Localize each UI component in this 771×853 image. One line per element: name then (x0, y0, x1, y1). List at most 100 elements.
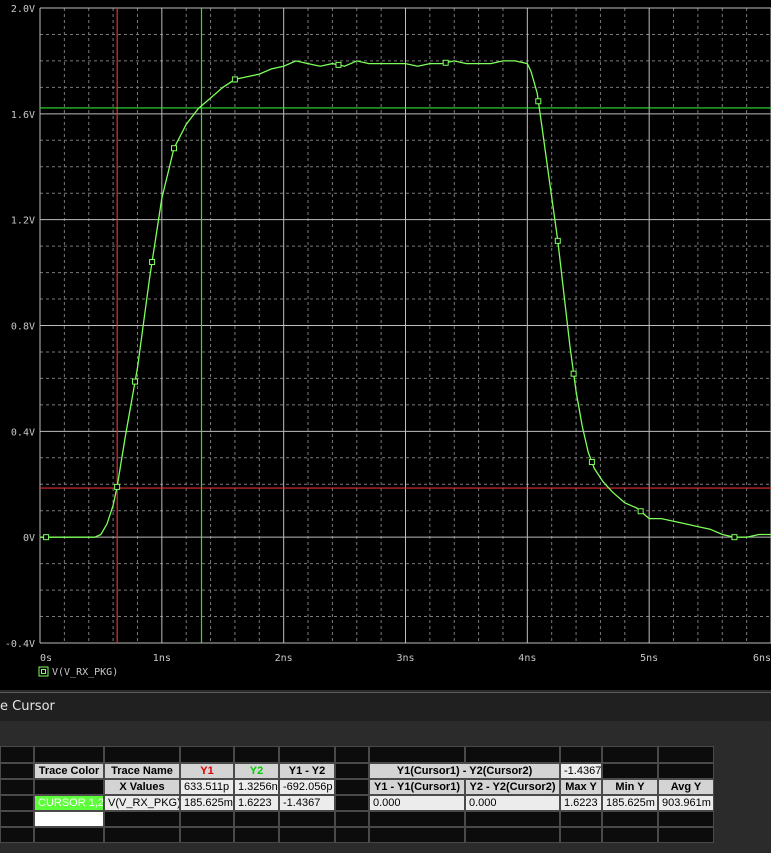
top-strip (34, 746, 104, 763)
header-y1-diff[interactable]: Y1 - Y1(Cursor1) (369, 779, 465, 795)
cursor-panel-title: e Cursor (0, 699, 55, 714)
empty-cell (658, 827, 714, 843)
header-cursor-diff[interactable]: Y1(Cursor1) - Y2(Cursor2) (369, 763, 560, 779)
x-tick-label: 4ns (518, 653, 536, 664)
max-y-cell[interactable]: 1.6223 (560, 795, 602, 811)
min-y-cell[interactable]: 185.625m (602, 795, 658, 811)
trace-marker (570, 370, 577, 377)
y2-cell[interactable]: 1.6223 (234, 795, 279, 811)
y-tick-labels: 2.0V 1.6V 1.2V 0.8V 0.4V 0V -0.4V (5, 4, 35, 650)
trace-marker (335, 61, 342, 68)
legend-label: V(V_RX_PKG) (52, 667, 118, 678)
header2-gap (335, 779, 369, 795)
top-strip (658, 746, 714, 763)
empty-cell (369, 811, 465, 827)
empty-cell (234, 827, 279, 843)
x1-value[interactable]: 633.511p (180, 779, 234, 795)
trace-marker (442, 59, 449, 66)
trace-markers (43, 59, 738, 541)
y-tick-label: 1.2V (11, 216, 35, 227)
trace-marker (554, 237, 561, 244)
y1-minus-y2-cell[interactable]: -1.4367 (279, 795, 335, 811)
empty-cell (602, 827, 658, 843)
y-tick-label: 1.6V (11, 110, 35, 121)
x-tick-label: 1ns (153, 653, 171, 664)
top-strip (279, 746, 335, 763)
waveform-plot[interactable]: 2.0V 1.6V 1.2V 0.8V 0.4V 0V -0.4V 0s 1ns 2ns 3ns 4… (0, 0, 771, 690)
header-trace-color[interactable]: Trace Color (34, 763, 104, 779)
empty-trace-cell[interactable] (34, 811, 104, 827)
y1-diff-cell[interactable]: 0.000 (369, 795, 465, 811)
empty-cell (658, 811, 714, 827)
empty-cell (335, 811, 369, 827)
legend-marker-icon-inner (41, 669, 46, 674)
top-strip (335, 746, 369, 763)
avg-y-cell[interactable]: 903.961m (658, 795, 714, 811)
trace-marker (149, 259, 156, 265)
trace-marker (535, 98, 542, 105)
header-x-values[interactable]: X Values (104, 779, 180, 795)
cursor-color-cell[interactable]: CURSOR 1,2 (34, 795, 104, 811)
y2-diff-cell[interactable]: 0.000 (465, 795, 560, 811)
row-gap (335, 795, 369, 811)
empty-cell (369, 827, 465, 843)
empty-cell (34, 827, 104, 843)
top-strip (560, 746, 602, 763)
empty-cell (335, 827, 369, 843)
cursor-panel-header: e Cursor (0, 692, 771, 722)
empty-cell (104, 811, 180, 827)
empty-cell (465, 811, 560, 827)
y-tick-label: -0.4V (5, 639, 35, 650)
header-max-y[interactable]: Max Y (560, 779, 602, 795)
cursor-diff-value[interactable]: -1.4367 (560, 763, 602, 779)
header-trace-name[interactable]: Trace Name (104, 763, 180, 779)
trace-marker (637, 508, 644, 515)
empty-cell (104, 827, 180, 843)
trace-name-cell[interactable]: V(V_RX_PKG) (104, 795, 180, 811)
row-stub[interactable] (0, 746, 34, 763)
trace-marker (43, 534, 50, 541)
row-stub[interactable] (0, 795, 34, 811)
empty-cell (560, 827, 602, 843)
x-tick-labels: 0s 1ns 2ns 3ns 4ns 5ns 6ns (40, 653, 771, 664)
header-min-y[interactable]: Min Y (602, 779, 658, 795)
header-gap (335, 763, 369, 779)
legend[interactable]: V(V_RX_PKG) (38, 666, 118, 678)
x-tick-label: 2ns (275, 653, 293, 664)
top-strip (234, 746, 279, 763)
header-avg-y[interactable]: Avg Y (658, 779, 714, 795)
empty-cell (560, 811, 602, 827)
row-stub[interactable] (0, 763, 34, 779)
empty-cell (234, 811, 279, 827)
major-grid (39, 7, 771, 644)
y-tick-label: 0.8V (11, 322, 35, 333)
header2-gap (34, 779, 104, 795)
y1-cell[interactable]: 185.625m (180, 795, 234, 811)
empty-cell (279, 811, 335, 827)
header-y1-minus-y2[interactable]: Y1 - Y2 (279, 763, 335, 779)
empty-cell (602, 811, 658, 827)
top-strip (180, 746, 234, 763)
row-stub[interactable] (0, 827, 34, 843)
header-y2-diff[interactable]: Y2 - Y2(Cursor2) (465, 779, 560, 795)
row-stub[interactable] (0, 811, 34, 827)
top-strip (104, 746, 180, 763)
x2-value[interactable]: 1.3256n (234, 779, 279, 795)
header-y2[interactable]: Y2 (234, 763, 279, 779)
header-gap (658, 763, 714, 779)
panel-spacer (0, 721, 771, 743)
x-tick-label: 5ns (640, 653, 658, 664)
header-y1[interactable]: Y1 (180, 763, 234, 779)
trace-marker (588, 459, 595, 466)
x-diff-value[interactable]: -692.056p (279, 779, 335, 795)
y-tick-label: 2.0V (11, 4, 35, 15)
x-tick-label: 6ns (753, 653, 771, 664)
y-tick-label: 0.4V (11, 427, 35, 438)
row-stub[interactable] (0, 779, 34, 795)
trace-marker (731, 534, 738, 541)
x-tick-label: 0s (40, 653, 52, 664)
top-strip (602, 746, 658, 763)
legend-marker-icon (38, 666, 49, 677)
trace-marker (231, 76, 238, 83)
header-gap (602, 763, 658, 779)
